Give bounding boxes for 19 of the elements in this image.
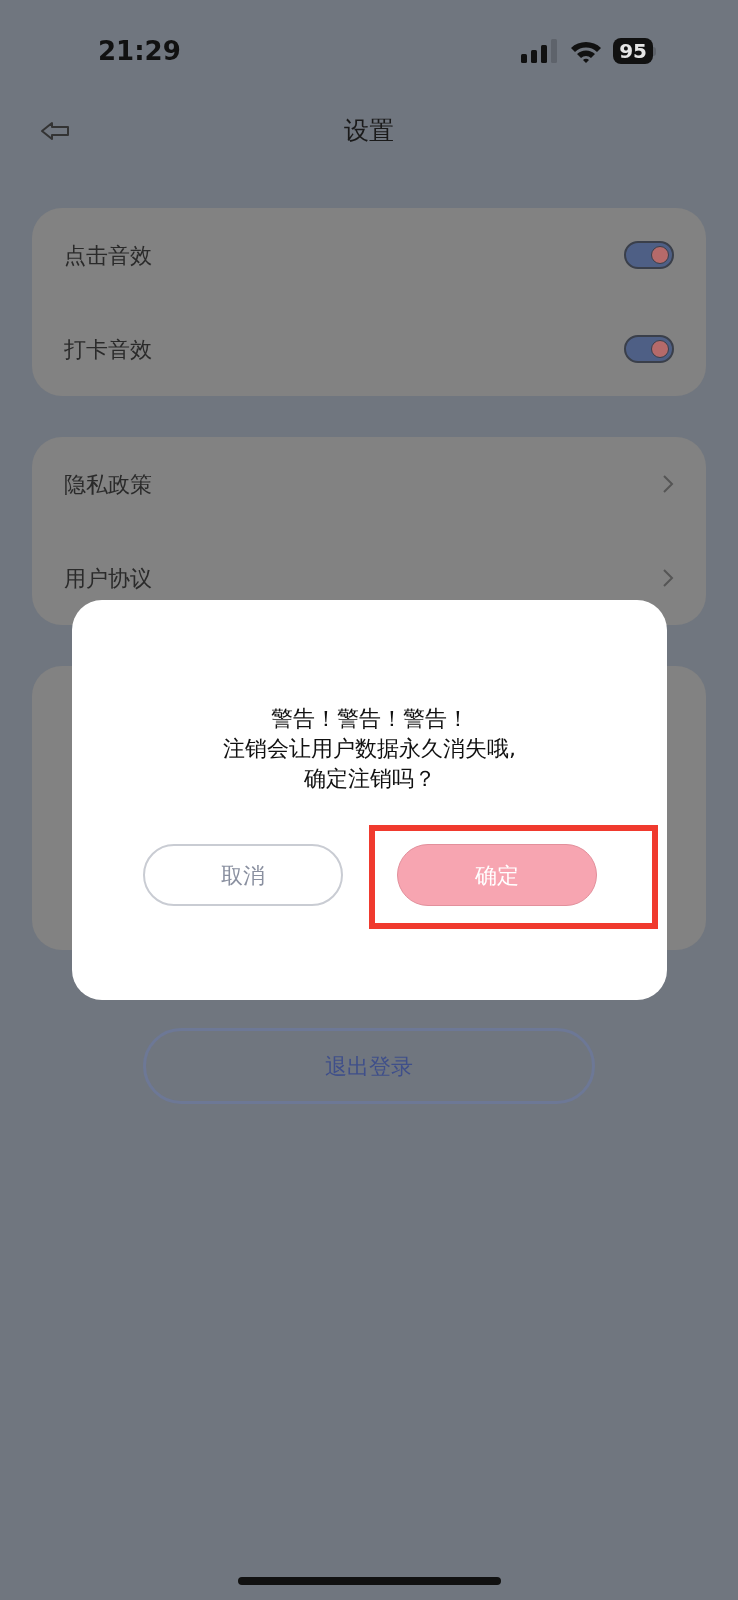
back-arrow-icon[interactable] — [40, 121, 70, 141]
warning-text: 警告！警告！警告！ — [270, 705, 469, 733]
status-time: 21:29 — [98, 34, 181, 68]
toggle-switch[interactable] — [624, 241, 674, 269]
setting-label: 点击音效 — [64, 241, 152, 270]
signal-icon — [521, 39, 560, 63]
link-row[interactable]: 用户协议 — [64, 531, 674, 625]
cancel-button[interactable]: 取消 — [142, 844, 343, 906]
chevron-right-icon — [662, 568, 674, 588]
link-row[interactable]: 隐私政策 — [64, 437, 674, 531]
wifi-icon — [569, 39, 604, 63]
toggle-switch[interactable] — [624, 335, 674, 363]
setting-label: 打卡音效 — [64, 335, 152, 364]
chevron-right-icon — [662, 474, 674, 494]
warning-text: 确定注销吗？ — [303, 765, 436, 793]
confirm-button[interactable]: 确定 — [396, 844, 597, 906]
page-title: 设置 — [344, 115, 394, 148]
battery-level: 95 — [613, 38, 653, 64]
warning-text: 注销会让用户数据永久消失哦, — [223, 735, 516, 763]
